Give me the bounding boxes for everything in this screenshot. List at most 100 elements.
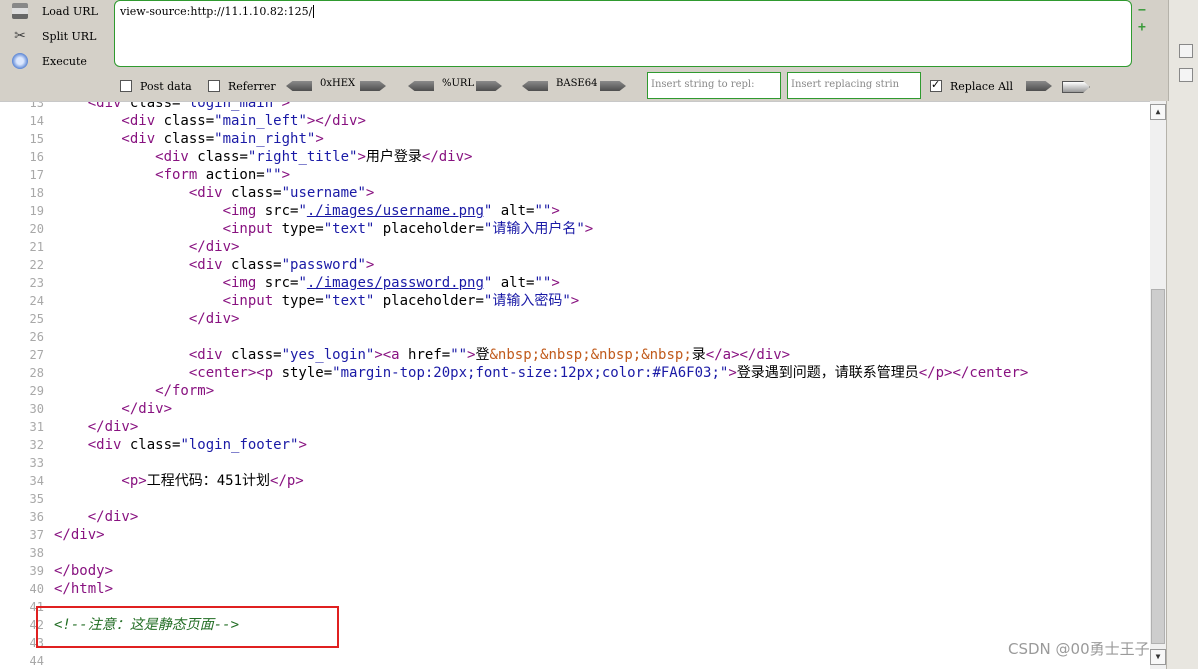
source-line: 15 <div class="main_right">: [0, 130, 1150, 148]
line-number: 15: [29, 132, 44, 146]
line-code: <img src="./images/password.png" alt="">: [54, 274, 560, 292]
split-url-label: Split URL: [42, 29, 97, 43]
source-line: 31 </div>: [0, 418, 1150, 436]
line-number: 24: [29, 294, 44, 308]
line-number: 36: [29, 510, 44, 524]
vertical-scrollbar[interactable]: ▲ ▼: [1150, 101, 1166, 669]
code-token: class=: [129, 101, 181, 111]
code-token: <div: [54, 113, 164, 129]
scissors-icon: ✂: [14, 28, 26, 44]
increase-size-icon[interactable]: +: [1138, 21, 1158, 34]
hex-encode-arrow-icon[interactable]: [360, 81, 386, 91]
scroll-down-arrow-icon[interactable]: ▼: [1150, 649, 1166, 665]
source-line: 44: [0, 652, 1150, 670]
split-url-button[interactable]: ✂ Split URL: [12, 26, 96, 46]
line-number: 14: [29, 114, 44, 128]
line-code: <input type="text" placeholder="请输入密码">: [54, 292, 580, 310]
code-token: class=: [163, 113, 215, 129]
insert-replacing-input[interactable]: Insert replacing strin: [787, 72, 921, 99]
line-code: <div class="main_left"></div>: [54, 112, 365, 130]
code-token: "text": [323, 293, 375, 309]
red-highlight-box: [36, 606, 339, 648]
base64-encode-arrow-icon[interactable]: [600, 81, 626, 91]
line-number: 26: [29, 330, 44, 344]
line-number: 30: [29, 402, 44, 416]
code-token: type=: [281, 221, 324, 237]
line-code: <input type="text" placeholder="请输入用户名">: [54, 220, 594, 238]
decrease-size-icon[interactable]: −: [1138, 4, 1158, 17]
hackbar-side-menu: Load URL ✂ Split URL Execute: [0, 0, 112, 72]
code-token: >: [357, 149, 366, 165]
line-code: <div class="login_main">: [54, 101, 290, 112]
source-link[interactable]: ./images/username.png: [307, 203, 484, 219]
source-line: 33: [0, 454, 1150, 472]
code-token: >: [584, 221, 594, 237]
load-url-button[interactable]: Load URL: [12, 1, 98, 21]
code-token: >: [365, 185, 375, 201]
code-token: 录: [691, 347, 706, 363]
url-decode-arrow-icon[interactable]: [408, 81, 434, 91]
code-token: class=: [129, 437, 181, 453]
line-number: 23: [29, 276, 44, 290]
execute-icon: [12, 53, 28, 69]
line-number: 19: [29, 204, 44, 218]
source-line: 37 </div>: [0, 526, 1150, 544]
line-code: <p>工程代码：451计划</p>: [54, 472, 303, 490]
url-box-controls: − +: [1138, 4, 1158, 64]
replace-all-label: Replace All: [950, 79, 1014, 93]
source-line: 36 </div>: [0, 508, 1150, 526]
scroll-up-arrow-icon[interactable]: ▲: [1150, 104, 1166, 120]
code-token: "text": [323, 221, 375, 237]
source-line: 13 <div class="login_main">: [0, 101, 1150, 112]
code-token: ><a: [374, 347, 409, 363]
line-number: 13: [29, 101, 44, 110]
source-line: 29 </form>: [0, 382, 1150, 400]
panel-icon-1[interactable]: [1179, 44, 1193, 58]
referrer-checkbox[interactable]: [208, 80, 220, 92]
insert-string-input[interactable]: Insert string to repl:: [647, 72, 781, 99]
line-code: <div class="right_title">用户登录</div>: [54, 148, 472, 166]
code-token: "right_title": [247, 149, 358, 165]
code-token: "": [264, 167, 282, 183]
code-token: placeholder=: [374, 293, 484, 309]
line-code: </div>: [54, 238, 240, 256]
line-number: 28: [29, 366, 44, 380]
code-token: "login_main": [180, 101, 282, 111]
url-textarea[interactable]: view-source:http://11.1.10.82:125/: [114, 0, 1132, 67]
code-token: src=: [264, 275, 299, 291]
line-number: 25: [29, 312, 44, 326]
source-line: 30 </div>: [0, 400, 1150, 418]
code-token: >: [281, 167, 291, 183]
code-token: </body>: [54, 563, 114, 579]
base64-decode-arrow-icon[interactable]: [522, 81, 548, 91]
code-token: <img: [54, 203, 265, 219]
line-number: 32: [29, 438, 44, 452]
line-code: <div class="main_right">: [54, 130, 323, 148]
scrollbar-thumb[interactable]: [1151, 289, 1165, 644]
replace-all-checkbox[interactable]: [930, 78, 942, 92]
line-code: </div>: [54, 400, 172, 418]
url-encode-arrow-icon[interactable]: [476, 81, 502, 91]
referrer-option[interactable]: Referrer: [208, 72, 276, 100]
code-token: </div>: [54, 419, 139, 435]
code-token: <div: [54, 131, 164, 147]
replace-arrow-icon[interactable]: [1026, 81, 1052, 91]
code-token: "": [534, 275, 552, 291]
hex-decode-arrow-icon[interactable]: [286, 81, 312, 91]
replace-all-option[interactable]: Replace All: [930, 72, 1013, 100]
post-data-checkbox[interactable]: [120, 80, 132, 92]
line-code: </body>: [54, 562, 113, 580]
replace-next-arrow-icon[interactable]: [1062, 81, 1090, 93]
code-token: ": [298, 203, 307, 219]
code-token: href=: [408, 347, 451, 363]
post-data-option[interactable]: Post data: [120, 72, 192, 100]
source-line: 27 <div class="yes_login"><a href="">登&n…: [0, 346, 1150, 364]
line-code: <div class="password">: [54, 256, 374, 274]
line-code: <div class="yes_login"><a href="">登&nbsp…: [54, 346, 790, 364]
code-token: "": [450, 347, 468, 363]
panel-icon-2[interactable]: [1179, 68, 1193, 82]
execute-button[interactable]: Execute: [12, 51, 87, 71]
line-code: <div class="username">: [54, 184, 374, 202]
source-link[interactable]: ./images/password.png: [307, 275, 484, 291]
code-token: >: [551, 275, 560, 291]
